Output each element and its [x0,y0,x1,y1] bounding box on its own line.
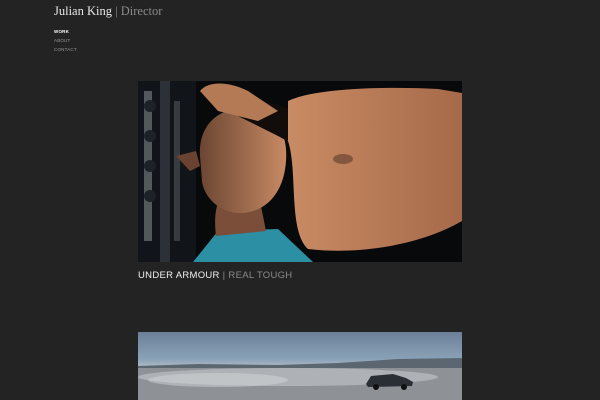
site-role: Director [120,4,163,18]
site-header: Julian King | Director WORK ABOUT CONTAC… [54,4,162,54]
caption-separator: | [222,270,226,281]
project-card[interactable] [138,332,462,400]
athlete-portrait-image [138,81,462,262]
project-thumbnail-desert[interactable] [138,332,462,400]
nav-item-contact[interactable]: CONTACT [54,45,162,54]
nav-item-about[interactable]: ABOUT [54,36,162,45]
project-caption[interactable]: UNDER ARMOUR | REAL TOUGH [138,270,462,281]
project-client: UNDER ARMOUR [138,270,220,281]
main-nav: WORK ABOUT CONTACT [54,27,162,54]
project-title: REAL TOUGH [228,270,293,281]
project-thumbnail-athlete[interactable] [138,81,462,262]
site-name[interactable]: Julian King [54,4,112,18]
site-title[interactable]: Julian King | Director [54,4,162,19]
title-separator: | [115,4,118,18]
nav-item-work[interactable]: WORK [54,27,162,36]
desert-car-image [138,358,462,400]
project-card[interactable]: UNDER ARMOUR | REAL TOUGH [138,81,462,281]
